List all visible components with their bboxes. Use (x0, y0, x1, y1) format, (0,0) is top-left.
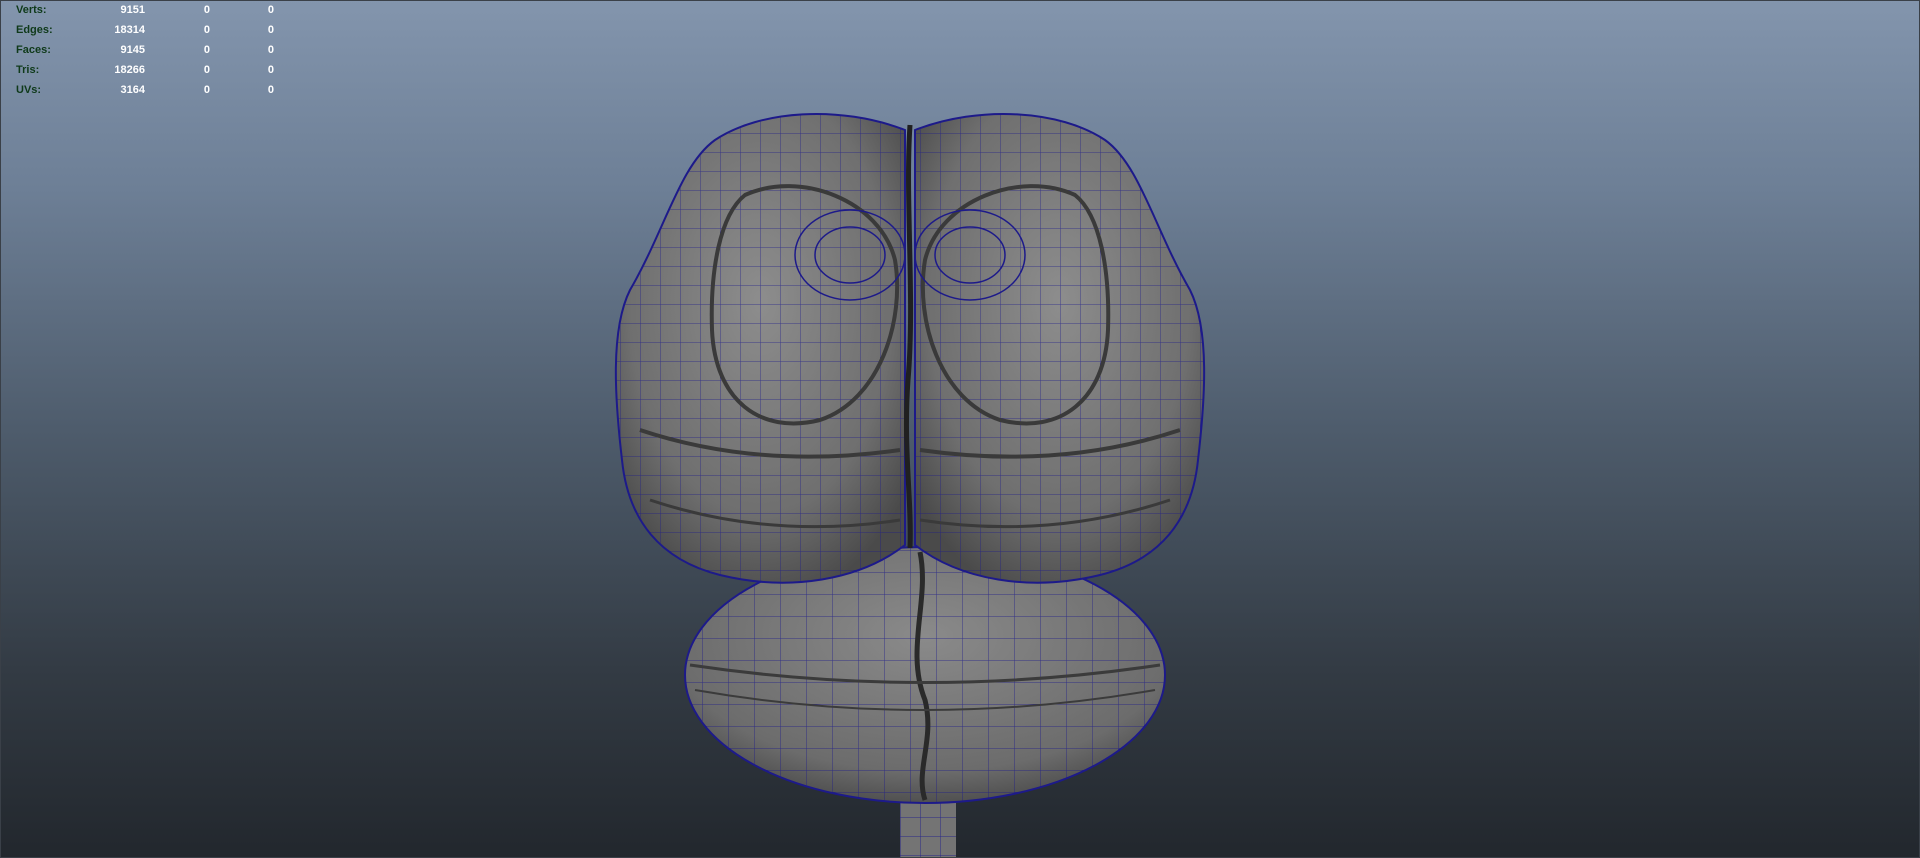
longitudinal-fissure (903, 124, 914, 549)
maya-viewport[interactable]: Verts: 9151 0 0 Edges: 18314 0 0 Faces: … (0, 0, 1920, 858)
brain-mesh[interactable] (0, 0, 1920, 858)
cerebellum-mesh (684, 546, 1166, 804)
right-hemisphere-mesh (914, 113, 1206, 584)
left-hemisphere-mesh (614, 113, 906, 584)
